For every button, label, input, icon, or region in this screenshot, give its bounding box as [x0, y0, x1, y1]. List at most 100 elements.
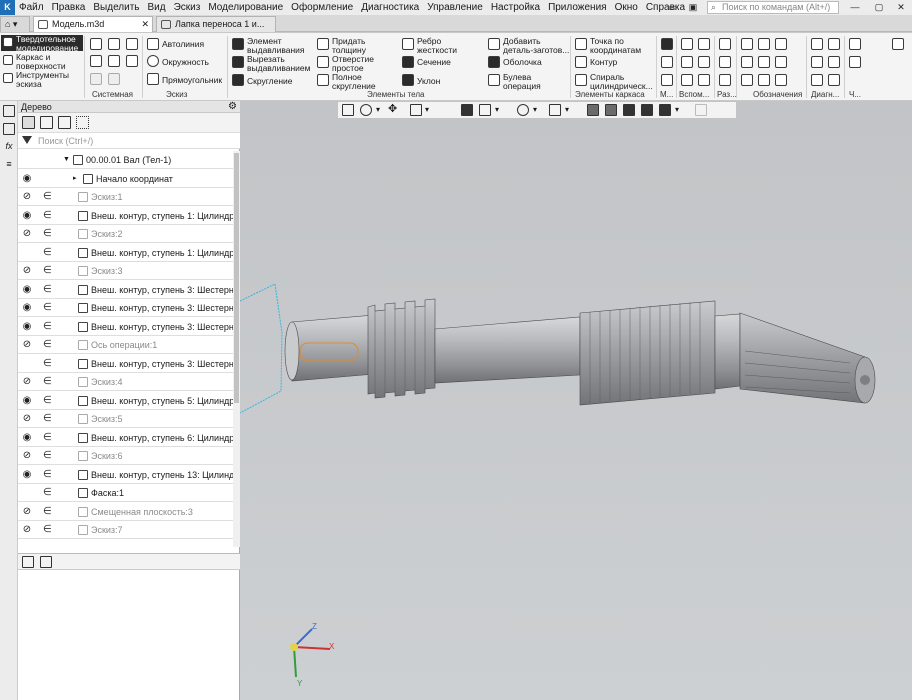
parameters-icon[interactable]: ∈	[43, 447, 52, 464]
dimension-icon[interactable]	[741, 38, 753, 50]
view-orientation-icon[interactable]	[461, 104, 473, 116]
sheet-metal-icon[interactable]	[849, 38, 861, 50]
window-icon[interactable]: ▣	[686, 1, 700, 13]
selection-filter-icon[interactable]	[641, 104, 653, 116]
aux-point-icon[interactable]	[698, 56, 710, 68]
eye-icon[interactable]: ◉	[21, 299, 33, 316]
tree-row[interactable]: ⊘ ∈ Эскиз:5	[18, 410, 233, 428]
section-button[interactable]: Сечение	[417, 58, 451, 67]
tree-search-input[interactable]: Поиск (Ctrl+/)	[18, 133, 240, 149]
parameters-icon[interactable]: ∈	[43, 318, 52, 335]
menu-sketch[interactable]: Эскиз	[170, 0, 205, 15]
rib-button[interactable]: Ребро жесткости	[417, 37, 467, 55]
new-file-icon[interactable]	[90, 38, 102, 50]
contour-button[interactable]: Контур	[590, 58, 617, 67]
chevron-down-icon[interactable]: ▾	[495, 105, 499, 114]
section-icon[interactable]	[402, 56, 414, 68]
tree-row[interactable]: ∈ Внеш. контур, ступень 1: Цилиндр.	[18, 244, 233, 262]
menu-select[interactable]: Выделить	[89, 0, 143, 15]
helix-button[interactable]: Спираль цилиндрическ...	[590, 73, 656, 91]
funnel-icon[interactable]	[659, 104, 671, 116]
boolean-icon[interactable]	[488, 74, 500, 86]
properties-icon[interactable]	[90, 55, 102, 67]
hole-button[interactable]: Отверстие простое	[332, 55, 390, 73]
check-icon[interactable]	[661, 74, 673, 86]
restore-icon[interactable]: ▭	[666, 1, 680, 13]
mode-wireframe[interactable]: Каркас и поверхности	[1, 53, 83, 71]
diag-section-icon[interactable]	[828, 56, 840, 68]
save-icon[interactable]	[126, 38, 138, 50]
chevron-down-icon[interactable]: ▾	[675, 105, 679, 114]
mark-icon[interactable]	[775, 74, 787, 86]
tree-row[interactable]: ◉ ∈ Внеш. контур, ступень 3: Шестерня	[18, 299, 233, 317]
eye-hidden-icon[interactable]: ⊘	[21, 410, 33, 427]
tree-row[interactable]: ▼ 00.00.01 Вал (Тел-1)	[18, 151, 233, 169]
filter-objects-icon[interactable]	[587, 104, 599, 116]
tree-filter-icon[interactable]	[76, 116, 89, 129]
eye-icon[interactable]: ◉	[21, 318, 33, 335]
tree-row[interactable]: ⊘ ∈ Ось операции:1	[18, 336, 233, 354]
redo-icon[interactable]	[108, 73, 120, 85]
zoom-fit-icon[interactable]	[342, 104, 354, 116]
menu-diagnostics[interactable]: Диагностика	[357, 0, 423, 15]
copy-icon[interactable]	[108, 55, 120, 67]
eye-hidden-icon[interactable]: ⊘	[21, 447, 33, 464]
eye-icon[interactable]: ◉	[21, 281, 33, 298]
diag-draft-icon[interactable]	[811, 74, 823, 86]
undo-icon[interactable]	[90, 73, 102, 85]
home-tab[interactable]: ⌂ ▾	[0, 16, 30, 32]
parameters-icon[interactable]: ∈	[43, 410, 52, 427]
tree-row[interactable]: ◉ ∈ Внеш. контур, ступень 1: Цилиндр.	[18, 207, 233, 225]
tree-row[interactable]: ◉ ▸ Начало координат	[18, 170, 233, 188]
axis-icon[interactable]	[681, 56, 693, 68]
angle-dimension-icon[interactable]	[741, 74, 753, 86]
fillet-icon[interactable]	[232, 74, 244, 86]
measure-icon[interactable]	[661, 38, 673, 50]
mode-sketch-tools[interactable]: Инструменты эскиза	[1, 71, 83, 89]
eye-hidden-icon[interactable]: ⊘	[21, 262, 33, 279]
grid-icon[interactable]	[623, 104, 635, 116]
tree-bodies-icon[interactable]	[58, 116, 71, 129]
menu-view[interactable]: Вид	[144, 0, 170, 15]
chevron-icon[interactable]: ▸	[73, 170, 77, 187]
menu-modeling[interactable]: Моделирование	[204, 0, 287, 15]
lcs-icon[interactable]	[698, 74, 710, 86]
3d-viewport[interactable]: X Z Y	[240, 101, 912, 700]
extrude-icon[interactable]	[232, 38, 244, 50]
open-folder-icon[interactable]	[108, 38, 120, 50]
pan-icon[interactable]: ✥	[388, 104, 400, 116]
base-icon[interactable]	[758, 74, 770, 86]
menu-edit[interactable]: Правка	[48, 0, 90, 15]
tree-row[interactable]: ⊘ ∈ Эскиз:3	[18, 262, 233, 280]
rib-icon[interactable]	[402, 38, 414, 50]
aux-line-icon[interactable]	[698, 38, 710, 50]
ribbon-expand-icon[interactable]	[892, 38, 904, 50]
draft-icon[interactable]	[402, 74, 414, 86]
tree-row[interactable]: ∈ Фаска:1	[18, 484, 233, 502]
autoline-button[interactable]: Автолиния	[162, 40, 204, 49]
parameters-icon[interactable]: ∈	[43, 503, 52, 520]
shaft-model[interactable]	[240, 101, 912, 700]
parameters-icon[interactable]: ∈	[43, 262, 52, 279]
parameters-icon[interactable]: ∈	[43, 355, 52, 372]
parameters-icon[interactable]: ∈	[43, 392, 52, 409]
menu-manage[interactable]: Управление	[423, 0, 487, 15]
tree-row[interactable]: ⊘ ∈ Эскиз:7	[18, 521, 233, 539]
tree-scroll-thumb[interactable]	[234, 153, 239, 403]
point-by-coords-button[interactable]: Точка по координатам	[590, 37, 656, 55]
cut-surface-icon[interactable]	[719, 74, 731, 86]
boolean-button[interactable]: Булева операция	[503, 73, 561, 91]
split-icon[interactable]	[719, 38, 731, 50]
autoline-icon[interactable]	[147, 38, 159, 50]
thicken-button[interactable]: Придать толщину	[332, 37, 390, 55]
plane-icon[interactable]	[681, 38, 693, 50]
chevron-icon[interactable]: ▼	[63, 151, 70, 168]
layers-icon[interactable]: ≡	[3, 159, 15, 171]
eye-hidden-icon[interactable]: ⊘	[21, 225, 33, 242]
tree-row[interactable]: ⊘ ∈ Смещенная плоскость:3	[18, 503, 233, 521]
menu-settings[interactable]: Настройка	[487, 0, 544, 15]
mode-solid-modeling[interactable]: Твердотельное моделирование	[1, 35, 83, 53]
chevron-down-icon[interactable]: ▾	[425, 105, 429, 114]
full-fillet-icon[interactable]	[317, 74, 329, 86]
rectangle-icon[interactable]	[147, 73, 159, 85]
